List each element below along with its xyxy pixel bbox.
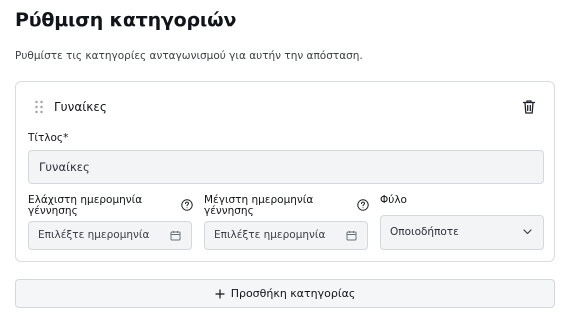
drag-handle-icon[interactable] — [34, 100, 44, 114]
page-description: Ρυθμίστε τις κατηγορίες ανταγωνισμού για… — [15, 50, 363, 62]
min-birth-label: Ελάχιστη ημερομηνία γέννησης — [28, 195, 168, 217]
plus-icon — [215, 288, 225, 299]
gender-select[interactable]: Οποιοδήποτε — [380, 215, 544, 250]
min-birth-placeholder: Επιλέξτε ημερομηνία — [38, 229, 150, 241]
calendar-icon — [170, 230, 181, 241]
title-label: Τίτλος* — [28, 133, 68, 144]
max-birth-placeholder: Επιλέξτε ημερομηνία — [214, 229, 326, 241]
page-title: Ρύθμιση κατηγοριών — [15, 9, 237, 31]
calendar-icon — [346, 230, 357, 241]
max-birth-date-input[interactable]: Επιλέξτε ημερομηνία — [204, 221, 368, 250]
max-birth-label-line2: γέννησης — [204, 205, 254, 217]
add-category-label: Προσθήκη κατηγορίας — [230, 287, 356, 300]
title-label-text: Τίτλος — [28, 132, 64, 144]
trash-icon[interactable] — [522, 99, 536, 115]
category-name: Γυναίκες — [54, 100, 107, 114]
gender-label: Φύλο — [380, 194, 407, 206]
category-card: Γυναίκες Τίτλος* Γυναίκες Ελάχιστη ημερο… — [15, 81, 555, 262]
min-birth-date-input[interactable]: Επιλέξτε ημερομηνία — [28, 221, 192, 250]
chevron-down-icon — [523, 229, 532, 235]
max-birth-label: Μέγιστη ημερομηνία γέννησης — [204, 195, 344, 217]
add-category-button[interactable]: Προσθήκη κατηγορίας — [15, 279, 555, 308]
question-circle-icon[interactable] — [181, 199, 193, 211]
gender-selected-value: Οποιοδήποτε — [390, 226, 459, 238]
required-marker: * — [63, 132, 69, 144]
title-input[interactable]: Γυναίκες — [28, 150, 544, 184]
min-birth-label-line2: γέννησης — [28, 205, 78, 217]
question-circle-icon[interactable] — [357, 199, 369, 211]
